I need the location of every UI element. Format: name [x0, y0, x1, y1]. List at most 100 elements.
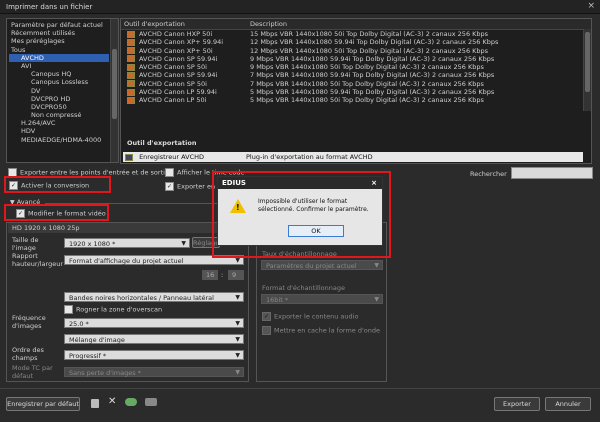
- tree-item[interactable]: DV: [9, 87, 109, 95]
- size-label: Taille de l'image: [12, 236, 39, 252]
- aspect-den-field[interactable]: 9: [228, 270, 244, 280]
- exporter-row[interactable]: AVCHD Canon SP 59.94i 9 Mbps VBR 1440x108…: [125, 55, 580, 63]
- exporter-icon: [127, 71, 135, 79]
- tree-item[interactable]: MEDIAEDGE/HDMA-4000: [9, 136, 109, 144]
- aspect-num-field[interactable]: 16: [202, 270, 218, 280]
- framerate-select[interactable]: 25.0 * ▼: [64, 318, 244, 328]
- import-icon[interactable]: [125, 398, 137, 406]
- field-order-select[interactable]: Progressif * ▼: [64, 350, 244, 360]
- tree-scrollbar[interactable]: [110, 19, 118, 162]
- dialog-close-icon[interactable]: ×: [371, 177, 377, 189]
- list-scrollbar[interactable]: [583, 29, 591, 111]
- tree-item[interactable]: AVCHD: [9, 53, 109, 62]
- tree-item[interactable]: DVCPRO HD: [9, 95, 109, 103]
- tc-mode-select[interactable]: Sans perte d'images * ▼: [64, 367, 244, 377]
- exporter-desc-cell: 5 Mbps VBR 1440x1080 59.94i Top Dolby Di…: [250, 88, 495, 97]
- exporter-row[interactable]: AVCHD Canon XP+ 59.94i 12 Mbps VBR 1440x1…: [125, 38, 580, 46]
- tree-item[interactable]: HDV: [9, 127, 109, 135]
- modify-format-label: Modifier le format vidéo: [28, 209, 106, 218]
- col-desc-header[interactable]: Description: [250, 19, 287, 29]
- dialog-title-bar: EDIUS ×: [218, 177, 382, 189]
- exporter-icon: [125, 153, 133, 161]
- exporter-icon: [127, 47, 135, 55]
- exporter-icon: [127, 55, 135, 63]
- tree-item[interactable]: Canopus HQ: [9, 70, 109, 78]
- list-scroll-thumb[interactable]: [585, 32, 590, 92]
- tree-item[interactable]: DVCPRO50: [9, 103, 109, 111]
- cache-waveform-checkbox[interactable]: [262, 326, 271, 335]
- tree-item[interactable]: Mes préréglages: [9, 37, 109, 45]
- tree-item[interactable]: Canopus Lossless: [9, 78, 109, 86]
- exporter-tool-cell: AVCHD Canon LP 59.94i: [125, 88, 247, 96]
- cancel-button[interactable]: Annuler: [545, 397, 591, 411]
- exporter-tool-label: AVCHD Canon SP 59.94i: [139, 71, 218, 80]
- field-order-label: Ordre des champs: [12, 346, 44, 362]
- export-audio-option[interactable]: ✓ Exporter le contenu audio: [262, 312, 358, 321]
- exporter-desc-cell: 15 Mbps VBR 1440x1080 50i Top Dolby Digi…: [250, 30, 489, 38]
- exporter-row[interactable]: AVCHD Canon LP 50i 5 Mbps VBR 1440x1080 5…: [125, 96, 580, 104]
- close-icon[interactable]: ×: [587, 1, 595, 11]
- warning-mark: !: [236, 203, 240, 212]
- aspect-sep: :: [221, 271, 224, 279]
- list-header: Outil d'exportation Description: [121, 19, 591, 30]
- tree-item[interactable]: Récemment utilisés: [9, 29, 109, 37]
- cache-waveform-option[interactable]: Mettre en cache la forme d'onde: [262, 326, 380, 335]
- enable-conversion-option[interactable]: ✓ Activer la conversion: [9, 181, 89, 190]
- selected-tool: Enregistreur AVCHD: [139, 153, 204, 161]
- export-audio-checkbox[interactable]: ✓: [262, 312, 271, 321]
- exporter-tool-label: AVCHD Canon XP+ 59.94i: [139, 38, 224, 47]
- exporter-desc-cell: 5 Mbps VBR 1440x1080 50i Top Dolby Digit…: [250, 96, 484, 105]
- save-icon[interactable]: [91, 399, 99, 408]
- tree-item[interactable]: H.264/AVC: [9, 119, 109, 127]
- exporter-tool-cell: AVCHD Canon LP 50i: [125, 96, 247, 104]
- search-input[interactable]: [511, 167, 593, 179]
- window-title: Imprimer dans un fichier: [6, 3, 93, 11]
- exporter-tool-label: AVCHD Canon HXP 50i: [139, 30, 213, 38]
- exporter-row[interactable]: AVCHD Canon LP 59.94i 5 Mbps VBR 1440x108…: [125, 88, 580, 96]
- exporter-tool-label: AVCHD Canon SP 59.94i: [139, 54, 218, 63]
- exporter-tool-label: AVCHD Canon SP 50i: [139, 79, 207, 88]
- exporter-desc-cell: 9 Mbps VBR 1440x1080 59.94i Top Dolby Di…: [250, 54, 495, 63]
- exporter-tool-cell: AVCHD Canon XP+ 50i: [125, 47, 247, 55]
- enable-conversion-checkbox[interactable]: ✓: [9, 181, 18, 190]
- exporter-tool-cell: AVCHD Canon SP 59.94i: [125, 71, 247, 79]
- selected-exporter-row[interactable]: Enregistreur AVCHD Plug-in d'exportation…: [123, 152, 583, 162]
- exporter-icon: [127, 38, 135, 46]
- sample-rate-select[interactable]: Paramètres du projet actuel ▼: [261, 260, 383, 270]
- modify-format-option[interactable]: ✓ Modifier le format vidéo: [16, 209, 106, 218]
- exporter-icon: [127, 88, 135, 96]
- sample-format-select[interactable]: 16bit * ▼: [261, 294, 383, 304]
- tc-mode-label: Mode TC par défaut: [12, 364, 53, 380]
- exporter-row[interactable]: AVCHD Canon HXP 50i 15 Mbps VBR 1440x1080…: [125, 30, 580, 38]
- col-tool-header[interactable]: Outil d'exportation: [124, 19, 185, 29]
- search-label: Rechercher: [470, 170, 507, 178]
- exporter-icon: [127, 63, 135, 71]
- ok-button[interactable]: OK: [288, 225, 344, 237]
- bands-select[interactable]: Bandes noires horizontales / Panneau lat…: [64, 292, 244, 302]
- export-preset-icon[interactable]: [145, 398, 157, 406]
- title-bar: Imprimer dans un fichier ×: [0, 0, 600, 14]
- show-timecode-checkbox[interactable]: [165, 168, 174, 177]
- size-select[interactable]: 1920 x 1080 * ▼: [64, 238, 190, 248]
- exporter-row[interactable]: AVCHD Canon SP 50i 7 Mbps VBR 1440x1080 5…: [125, 80, 580, 88]
- overscan-option[interactable]: Rogner la zone d'overscan: [64, 305, 162, 314]
- exporter-tool-cell: AVCHD Canon HXP 50i: [125, 30, 247, 38]
- modify-format-checkbox[interactable]: ✓: [16, 209, 25, 218]
- exporter-row[interactable]: AVCHD Canon XP+ 50i 12 Mbps VBR 1440x1080…: [125, 47, 580, 55]
- save-default-button[interactable]: Enregistrer par défaut: [6, 397, 80, 411]
- tree-scroll-thumb[interactable]: [112, 49, 117, 119]
- framerate-label: Fréquence d'images: [12, 314, 46, 330]
- tree-item[interactable]: AVI: [9, 62, 109, 70]
- tree-item[interactable]: Tous: [9, 46, 109, 54]
- tree-item[interactable]: Non compressé: [9, 111, 109, 119]
- exporter-tool-cell: AVCHD Canon SP 50i: [125, 63, 247, 71]
- overscan-checkbox[interactable]: [64, 305, 73, 314]
- export-16bit-checkbox[interactable]: ✓: [165, 182, 174, 191]
- footer-divider: [0, 388, 600, 389]
- delete-icon[interactable]: ✕: [108, 396, 116, 407]
- blend-select[interactable]: Mélange d'image ▼: [64, 334, 244, 344]
- export-button[interactable]: Exporter: [494, 397, 540, 411]
- exporter-row[interactable]: AVCHD Canon SP 50i 9 Mbps VBR 1440x1080 5…: [125, 63, 580, 71]
- tree-item[interactable]: Paramètre par défaut actuel: [9, 21, 109, 29]
- exporter-row[interactable]: AVCHD Canon SP 59.94i 7 Mbps VBR 1440x108…: [125, 71, 580, 79]
